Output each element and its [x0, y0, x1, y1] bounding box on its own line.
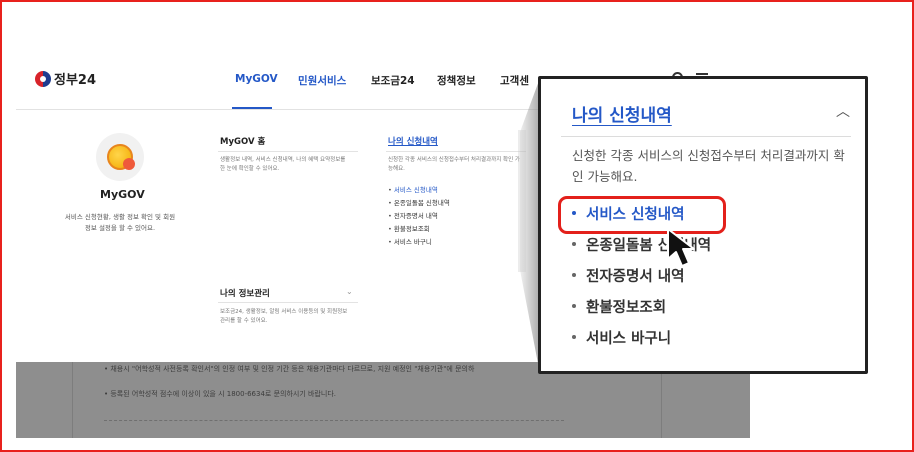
zoomed-submenu-callout: 나의 신청내역 ︿ 신청한 각종 서비스의 신청접수부터 처리결과까지 확인 가… [538, 76, 868, 374]
zoom-item-refund-info[interactable]: 환불정보조회 [572, 296, 711, 327]
zoom-title[interactable]: 나의 신청내역 [572, 101, 672, 126]
zoom-desc: 신청한 각종 서비스의 신청접수부터 처리결과까지 확인 가능해요. [572, 148, 845, 184]
bullet-icon [572, 304, 576, 308]
mouse-cursor-icon [667, 228, 695, 267]
zoom-divider [561, 136, 851, 137]
bullet-icon [572, 242, 576, 246]
zoom-item-service-basket[interactable]: 서비스 바구니 [572, 327, 711, 358]
chevron-up-icon[interactable]: ︿ [836, 101, 850, 121]
bullet-icon [572, 335, 576, 339]
bullet-icon [572, 273, 576, 277]
